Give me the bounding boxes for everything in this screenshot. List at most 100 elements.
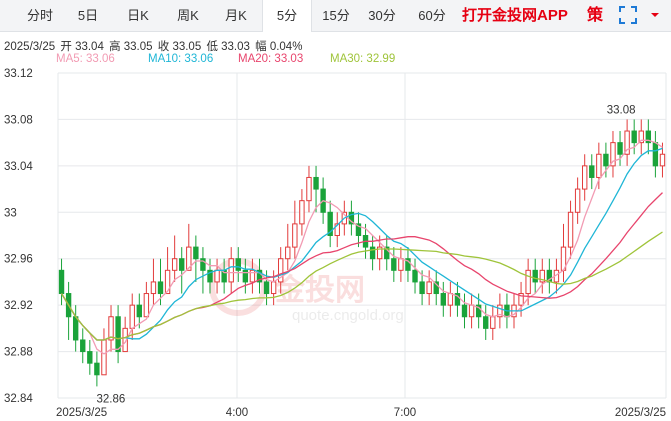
candle-up (122, 316, 128, 353)
watermark-text: 金投网 (274, 273, 365, 307)
candle-body (468, 304, 475, 318)
y-axis-labels: 33.12 33.08 33.04 33 32.96 32.92 32.88 32.84 (4, 68, 33, 405)
candle-up (497, 293, 503, 329)
candle-up (624, 119, 630, 166)
x-tick-label: 7:00 (394, 407, 416, 419)
candle-body (101, 339, 107, 376)
candle-body (214, 269, 220, 283)
candle-body (72, 316, 79, 341)
candle-down (391, 247, 397, 282)
candle-down (72, 305, 79, 352)
candle-down (461, 293, 468, 329)
candle-body (292, 223, 298, 248)
candle-up (171, 235, 178, 282)
candle-body (596, 153, 602, 178)
candle-down (405, 247, 411, 282)
candle-down (193, 235, 199, 282)
candle-up (285, 223, 291, 271)
candle-down (80, 328, 86, 364)
y-tick-label: 32.96 (4, 254, 33, 266)
candle-down (115, 305, 121, 364)
candle-up (186, 223, 192, 271)
candle-body (115, 316, 121, 353)
candle-down (94, 351, 100, 387)
candle-body (369, 246, 376, 260)
candle-body (263, 281, 270, 295)
candle-body (490, 316, 496, 329)
candle-body (398, 258, 404, 271)
min-price-label: 32.86 (96, 393, 125, 405)
candle-down (200, 247, 206, 294)
candle-body (582, 165, 588, 190)
candle-up (164, 247, 171, 295)
candle-up (398, 247, 404, 282)
candle-body (58, 269, 65, 295)
candle-body (150, 281, 157, 295)
x-tick-label: 2025/3/25 (56, 407, 107, 419)
candle-up (108, 305, 114, 352)
candle-up (610, 131, 616, 178)
candle-body (589, 165, 595, 178)
candle-down (327, 200, 333, 248)
y-tick-label: 32.84 (4, 393, 33, 405)
candle-up (447, 281, 454, 317)
candle-body (659, 153, 666, 167)
candle-body (228, 258, 234, 283)
candle-down (589, 154, 595, 190)
candle-down (87, 339, 93, 375)
candle-body (285, 246, 291, 260)
candle-up (150, 258, 157, 306)
candle-up (468, 293, 475, 329)
candle-up (214, 258, 220, 294)
y-tick-label: 33 (4, 207, 17, 219)
candle-body (179, 258, 185, 271)
candlestick-chart: 金投网 quote.cngold.org 33.12 33.08 33.04 33 32… (4, 68, 667, 419)
candle-down (532, 258, 538, 294)
candle-up (101, 328, 107, 376)
candle-down (65, 281, 72, 340)
candle-down (384, 235, 390, 271)
candle-body (631, 130, 637, 144)
candle-body (419, 281, 425, 295)
candle-body (426, 281, 432, 295)
y-tick-label: 33.08 (4, 114, 33, 126)
candle-body (193, 246, 199, 260)
candle-body (235, 258, 241, 271)
x-tick-label: 4:00 (226, 407, 248, 419)
candle-body (136, 304, 142, 318)
candle-body (80, 339, 86, 353)
candle-down (546, 258, 553, 294)
candle-up (334, 212, 340, 248)
candle-body (461, 304, 468, 318)
candle-down (652, 131, 659, 178)
y-tick-label: 33.04 (4, 161, 33, 173)
candle-body (483, 316, 489, 329)
x-axis-labels: 2025/3/25 4:00 7:00 2025/3/25 (56, 407, 666, 419)
candle-body (143, 293, 150, 318)
candle-body (603, 153, 609, 167)
candle-up (582, 154, 588, 201)
candle-body (129, 304, 135, 329)
y-tick-label: 32.92 (4, 300, 33, 312)
x-tick-label: 2025/3/25 (615, 407, 666, 419)
candle-body (157, 281, 164, 295)
candle-down (645, 119, 652, 155)
candle-body (532, 269, 538, 283)
candle-down (483, 305, 489, 340)
candle-up (299, 189, 305, 236)
max-price-label: 33.08 (607, 104, 636, 116)
candle-body (567, 211, 574, 248)
candle-body (87, 351, 93, 364)
candle-body (412, 269, 418, 283)
candle-down (179, 247, 185, 294)
candle-down (412, 258, 418, 294)
candle-body (313, 176, 319, 190)
candle-down (355, 212, 362, 248)
candle-body (447, 293, 454, 306)
candle-up (659, 142, 666, 178)
candle-up (292, 200, 298, 259)
candles-layer (58, 119, 666, 387)
candle-down (348, 200, 355, 236)
candle-body (391, 258, 397, 271)
candle-down (631, 119, 637, 155)
